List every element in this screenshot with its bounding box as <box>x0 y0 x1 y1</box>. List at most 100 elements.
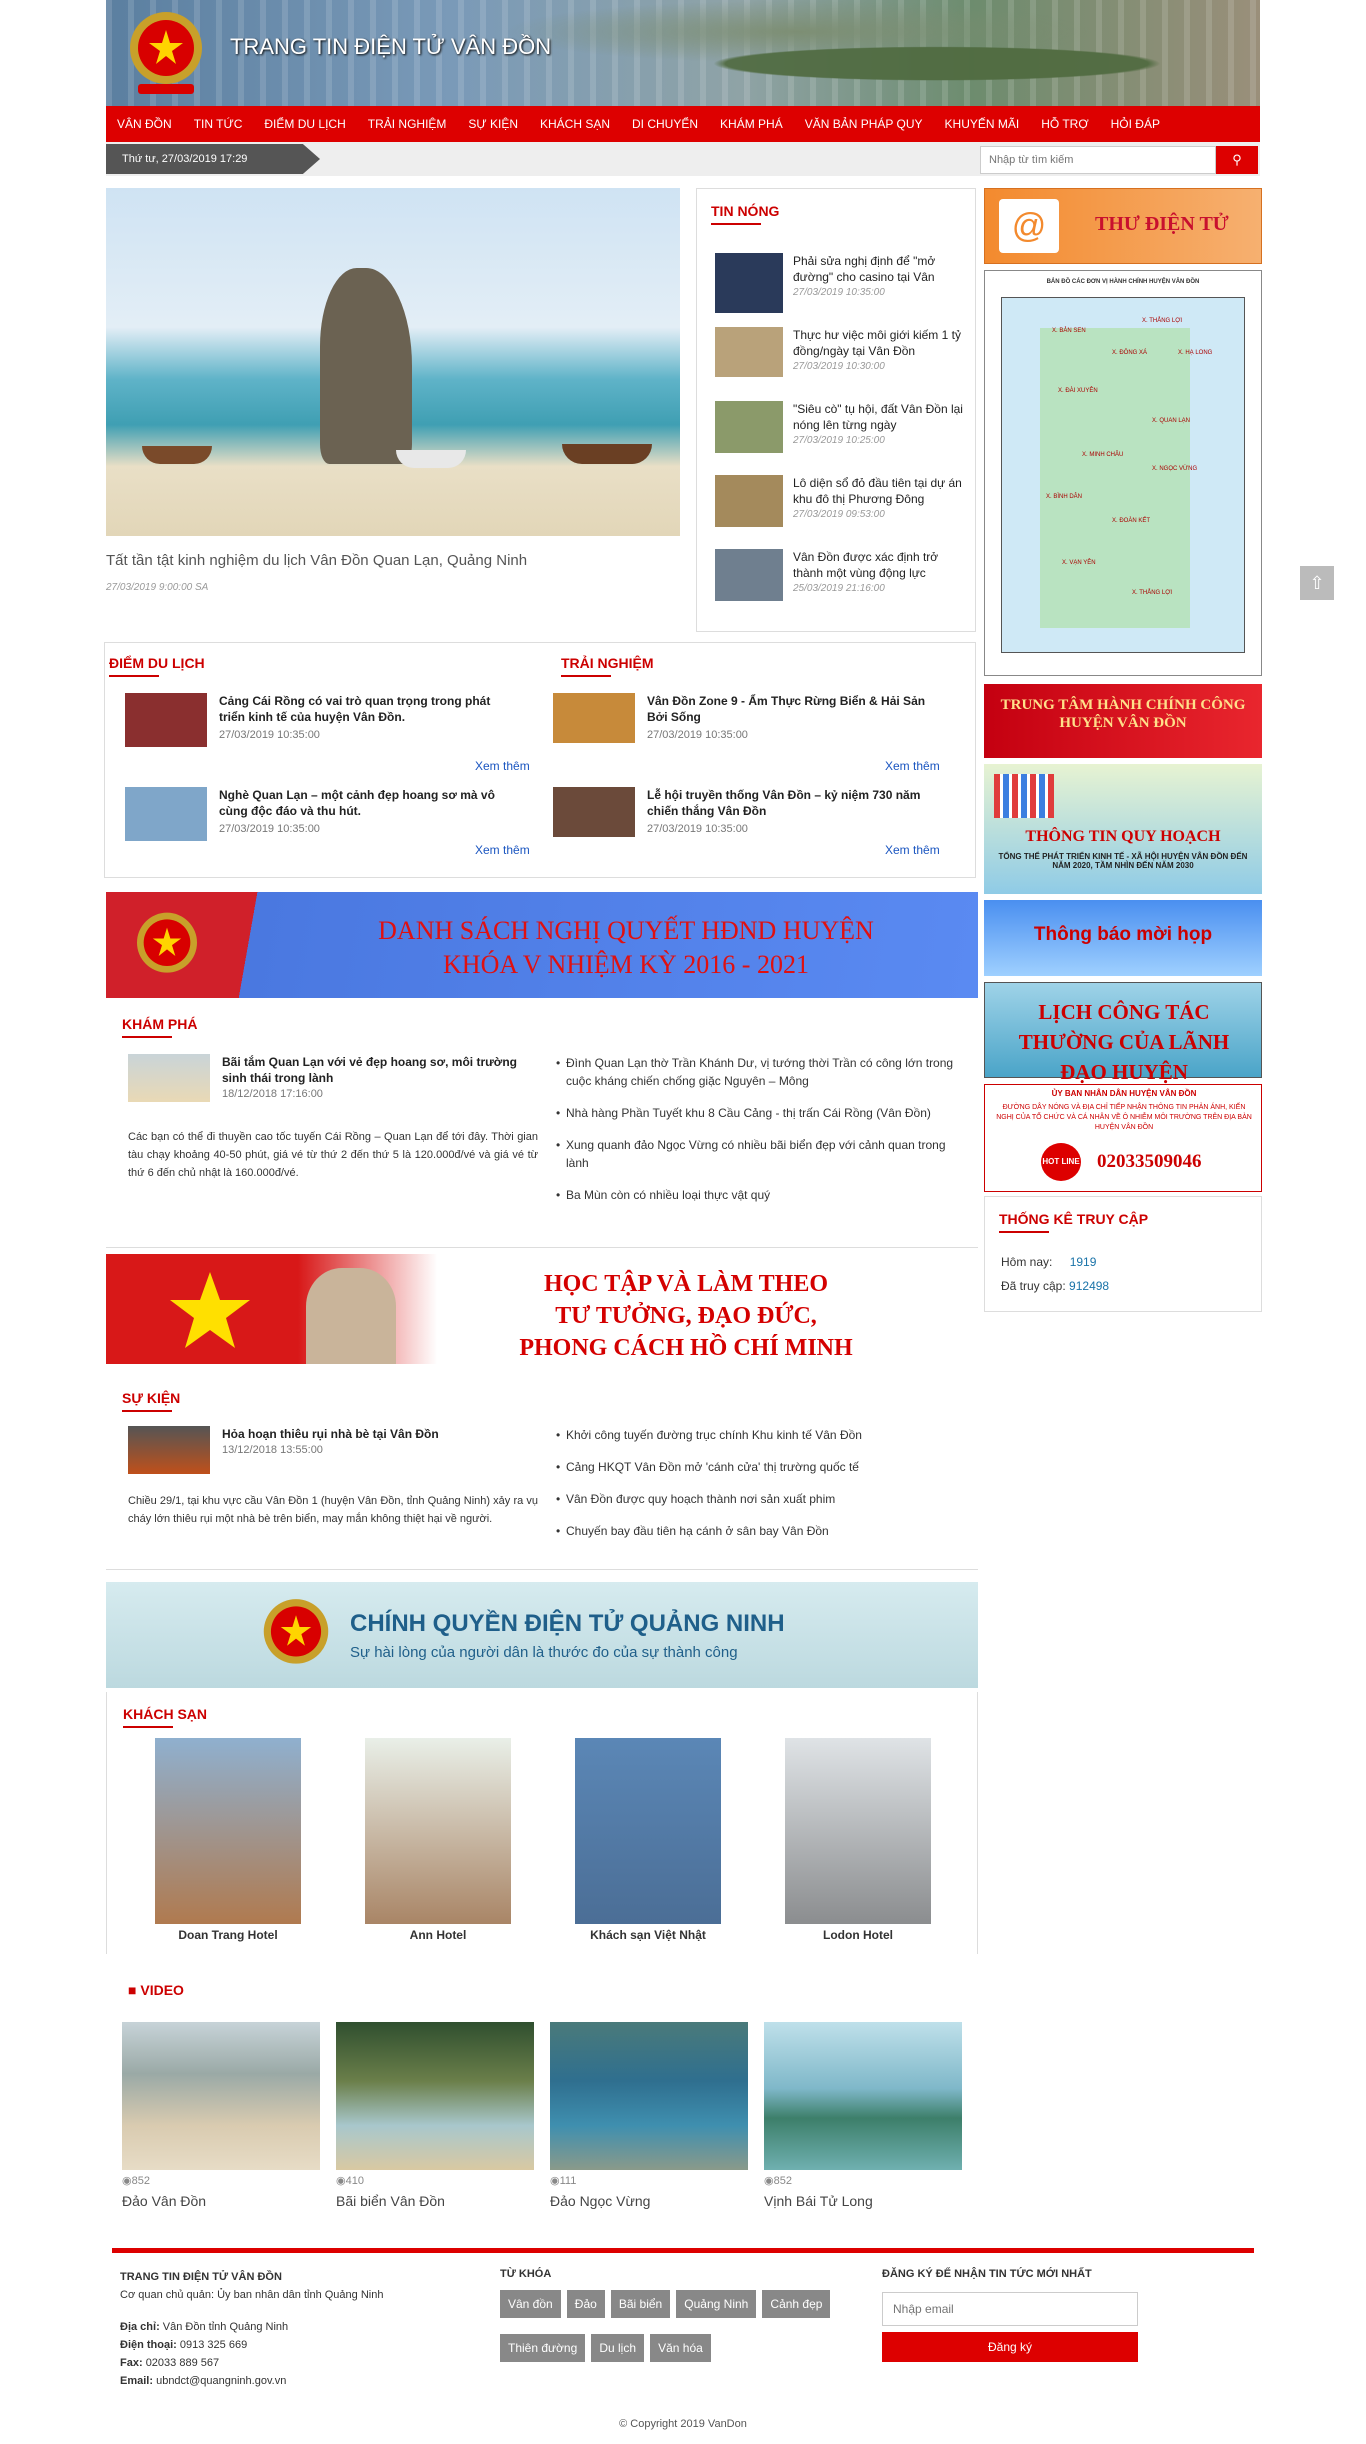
schedule-banner[interactable]: LỊCH CÔNG TÁC THƯỜNG CỦA LÃNH ĐẠO HUYỆN <box>984 982 1262 1084</box>
email-banner[interactable]: @ THƯ ĐIỆN TỬ <box>984 188 1262 264</box>
star-icon <box>170 1272 250 1348</box>
video-name[interactable]: Đảo Vân Đồn <box>122 2193 320 2209</box>
nav-item[interactable]: ĐIỂM DU LỊCH <box>253 106 356 142</box>
nav-item[interactable]: TIN TỨC <box>183 106 254 142</box>
news-title[interactable]: Lô diện sổ đỏ đầu tiên tại dự án khu đô … <box>793 475 963 507</box>
list-item[interactable]: Thực hư việc môi giới kiếm 1 tỷ đồng/ngà… <box>715 327 965 401</box>
map-label: X. THẮNG LỢI <box>1142 318 1183 324</box>
meeting-banner[interactable]: Thông báo mời họp <box>984 900 1262 976</box>
news-title[interactable]: Nghè Quan Lạn – một cảnh đẹp hoang sơ mà… <box>219 787 519 819</box>
eye-icon: ◉ <box>764 2175 774 2187</box>
subscribe-button[interactable]: Đăng ký <box>882 2332 1138 2362</box>
keyword-tag[interactable]: Vân đồn <box>500 2290 561 2318</box>
news-title[interactable]: Bãi tắm Quan Lạn với vẻ đẹp hoang sơ, mô… <box>222 1054 522 1086</box>
news-title[interactable]: Vân Đồn được xác định trở thành một vùng… <box>793 549 963 581</box>
keyword-tag[interactable]: Du lịch <box>591 2334 645 2362</box>
nav-item[interactable]: SỰ KIỆN <box>457 106 529 142</box>
stats-value: 912498 <box>1069 1279 1110 1293</box>
list-item[interactable]: Ba Mùn còn có nhiều loại thực vật quý <box>556 1186 956 1204</box>
planning-banner[interactable]: THÔNG TIN QUY HOẠCH TỔNG THỂ PHÁT TRIỂN … <box>984 764 1262 894</box>
hotel-name[interactable]: Khách sạn Việt Nhật <box>575 1928 721 1942</box>
hotel-name[interactable]: Lodon Hotel <box>785 1928 931 1942</box>
list-item[interactable]: Chuyến bay đầu tiên hạ cánh ở sân bay Vâ… <box>556 1522 956 1540</box>
hotel-card[interactable]: Khách sạn Việt Nhật <box>575 1738 721 1942</box>
news-title[interactable]: Phải sửa nghị định để "mở đường" cho cas… <box>793 253 963 285</box>
banner-e-government[interactable]: CHÍNH QUYỀN ĐIỆN TỬ QUẢNG NINH Sự hài lò… <box>106 1582 978 1688</box>
featured-title[interactable]: Tất tần tật kinh nghiệm du lịch Vân Đồn … <box>106 552 680 569</box>
keyword-tag[interactable]: Thiên đường <box>500 2334 586 2362</box>
nav-item[interactable]: VĂN BẢN PHÁP QUY <box>794 106 934 142</box>
video-name[interactable]: Bãi biển Vân Đồn <box>336 2193 534 2209</box>
hotel-card[interactable]: Doan Trang Hotel <box>155 1738 301 1942</box>
nav-item[interactable]: KHUYẾN MÃI <box>934 106 1031 142</box>
stats-title: THỐNG KÊ TRUY CẬP <box>999 1211 1148 1233</box>
see-more-link[interactable]: Xem thêm <box>885 843 940 857</box>
dulich-title[interactable]: ĐIỂM DU LỊCH <box>109 655 205 677</box>
banner-ho-chi-minh[interactable]: HỌC TẬP VÀ LÀM THEO TƯ TƯỞNG, ĐẠO ĐỨC, P… <box>106 1254 978 1364</box>
news-title[interactable]: Thực hư việc môi giới kiếm 1 tỷ đồng/ngà… <box>793 327 963 359</box>
category-panel: ĐIỂM DU LỊCH Cảng Cái Rồng có vai trò qu… <box>104 642 976 878</box>
email-input[interactable] <box>882 2292 1138 2326</box>
see-more-link[interactable]: Xem thêm <box>475 843 530 857</box>
video-title[interactable]: ■ VIDEO <box>128 1982 184 1998</box>
search-button[interactable]: ⚲ <box>1216 146 1258 174</box>
news-thumbnail[interactable] <box>128 1426 210 1474</box>
map-label: X. ĐÔNG XÁ <box>1112 350 1148 356</box>
featured-image[interactable] <box>106 188 680 536</box>
nav-item[interactable]: TRẢI NGHIỆM <box>357 106 458 142</box>
hotel-name[interactable]: Ann Hotel <box>365 1928 511 1942</box>
video-card[interactable]: ◉111 Đảo Ngọc Vừng <box>550 2022 748 2209</box>
list-item[interactable]: Vân Đồn được xác định trở thành một vùng… <box>715 549 965 623</box>
news-title[interactable]: Hỏa hoạn thiêu rụi nhà bè tại Vân Đồn <box>222 1426 522 1442</box>
news-thumbnail[interactable] <box>128 1054 210 1102</box>
nav-item[interactable]: VÂN ĐỒN <box>106 106 183 142</box>
list-item[interactable]: Nhà hàng Phần Tuyết khu 8 Cầu Cảng - thị… <box>556 1104 956 1122</box>
keyword-tag[interactable]: Bãi biển <box>610 2290 671 2318</box>
keyword-tag[interactable]: Quảng Ninh <box>676 2290 757 2318</box>
news-title[interactable]: Cảng Cái Rồng có vai trò quan trọng tron… <box>219 693 519 725</box>
keyword-tag[interactable]: Cảnh đẹp <box>762 2290 831 2318</box>
hotline-number[interactable]: 02033509046 <box>1097 1151 1202 1173</box>
see-more-link[interactable]: Xem thêm <box>475 759 530 773</box>
nav-item[interactable]: KHÁM PHÁ <box>709 106 794 142</box>
list-item[interactable]: Lô diện sổ đỏ đầu tiên tại dự án khu đô … <box>715 475 965 549</box>
keyword-tag[interactable]: Đảo <box>566 2290 605 2318</box>
hotel-card[interactable]: Ann Hotel <box>365 1738 511 1942</box>
hotel-name[interactable]: Doan Trang Hotel <box>155 1928 301 1942</box>
list-item[interactable]: Xung quanh đảo Ngọc Vừng có nhiều bãi bi… <box>556 1136 956 1172</box>
list-item[interactable]: Cảng HKQT Vân Đồn mở 'cánh cửa' thị trườ… <box>556 1458 956 1476</box>
search-input[interactable] <box>980 146 1216 174</box>
nav-item[interactable]: KHÁCH SẠN <box>529 106 621 142</box>
hotel-card[interactable]: Lodon Hotel <box>785 1738 931 1942</box>
hotline-banner[interactable]: ỦY BAN NHÂN DÂN HUYỆN VÂN ĐỒN ĐƯỜNG DÂY … <box>984 1084 1262 1192</box>
site-title[interactable]: TRANG TIN ĐIỆN TỬ VÂN ĐỒN <box>230 34 551 60</box>
keyword-tag[interactable]: Văn hóa <box>650 2334 711 2362</box>
see-more-link[interactable]: Xem thêm <box>885 759 940 773</box>
video-name[interactable]: Đảo Ngọc Vừng <box>550 2193 748 2209</box>
nav-item[interactable]: DI CHUYỂN <box>621 106 709 142</box>
banner-resolutions[interactable]: DANH SÁCH NGHỊ QUYẾT HĐND HUYỆN KHÓA V N… <box>106 892 978 998</box>
trainghiem-title[interactable]: TRẢI NGHIỆM <box>561 655 654 677</box>
list-item[interactable]: Vân Đồn được quy hoạch thành nơi sản xuấ… <box>556 1490 956 1508</box>
video-card[interactable]: ◉852 Vịnh Bái Tử Long <box>764 2022 962 2209</box>
sukien-title[interactable]: SỰ KIỆN <box>122 1390 180 1412</box>
news-title[interactable]: Vân Đồn Zone 9 - Ẩm Thực Rừng Biển & Hải… <box>647 693 947 725</box>
nav-item[interactable]: HỎI ĐÁP <box>1100 106 1171 142</box>
list-item[interactable]: Khởi công tuyến đường trục chính Khu kin… <box>556 1426 956 1444</box>
nav-item[interactable]: HỖ TRỢ <box>1030 106 1099 142</box>
khampha-title[interactable]: KHÁM PHÁ <box>122 1016 197 1038</box>
news-title[interactable]: Lễ hội truyền thống Vân Đồn – kỷ niệm 73… <box>647 787 947 819</box>
list-item[interactable]: Đình Quan Lạn thờ Trần Khánh Dư, vị tướn… <box>556 1054 956 1090</box>
banner-line: HỌC TẬP VÀ LÀM THEO <box>543 1271 829 1297</box>
admin-center-banner[interactable]: TRUNG TÂM HÀNH CHÍNH CÔNG HUYỆN VÂN ĐỒN <box>984 684 1262 758</box>
hotel-title[interactable]: KHÁCH SẠN <box>123 1706 207 1728</box>
district-map[interactable]: BẢN ĐỒ CÁC ĐƠN VỊ HÀNH CHÍNH HUYỆN VÂN Đ… <box>984 270 1262 676</box>
video-card[interactable]: ◉410 Bãi biển Vân Đồn <box>336 2022 534 2209</box>
view-count: 410 <box>345 2175 364 2187</box>
list-item[interactable]: Phải sửa nghị định để "mở đường" cho cas… <box>715 253 965 327</box>
list-item[interactable]: "Siêu cò" tụ hội, đất Vân Đồn lại nóng l… <box>715 401 965 475</box>
video-card[interactable]: ◉852 Đảo Vân Đồn <box>122 2022 320 2209</box>
news-title[interactable]: "Siêu cò" tụ hội, đất Vân Đồn lại nóng l… <box>793 401 963 433</box>
video-name[interactable]: Vịnh Bái Tử Long <box>764 2193 962 2209</box>
back-to-top-button[interactable]: ⇧ <box>1300 566 1334 600</box>
